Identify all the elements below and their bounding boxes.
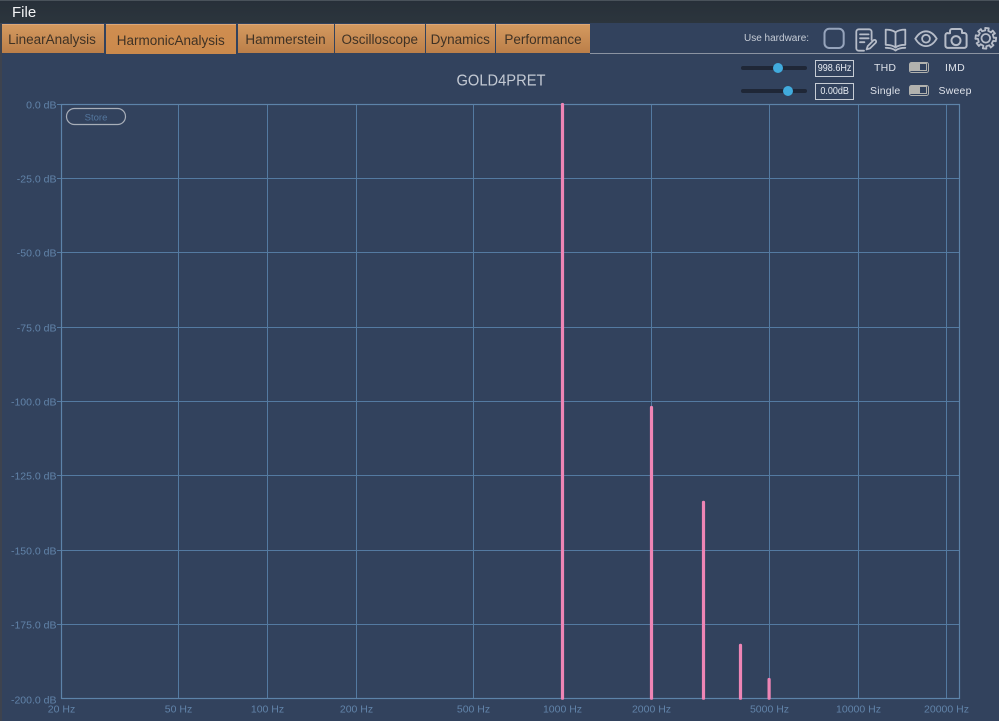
- svg-text:1000 Hz: 1000 Hz: [543, 704, 582, 716]
- svg-text:-150.0 dB: -150.0 dB: [11, 545, 57, 557]
- svg-text:GOLD4PRET: GOLD4PRET: [457, 73, 546, 90]
- svg-text:-50.0 dB: -50.0 dB: [17, 247, 57, 259]
- svg-text:-75.0 dB: -75.0 dB: [17, 322, 57, 334]
- svg-text:-125.0 dB: -125.0 dB: [11, 470, 57, 482]
- svg-text:-25.0 dB: -25.0 dB: [17, 173, 57, 185]
- svg-text:50 Hz: 50 Hz: [165, 704, 192, 716]
- svg-text:Store: Store: [85, 112, 108, 123]
- svg-text:2000 Hz: 2000 Hz: [632, 704, 671, 716]
- svg-text:-175.0 dB: -175.0 dB: [11, 619, 57, 631]
- svg-text:-200.0 dB: -200.0 dB: [11, 694, 57, 706]
- svg-text:200 Hz: 200 Hz: [340, 704, 373, 716]
- svg-text:20000 Hz: 20000 Hz: [924, 704, 969, 716]
- svg-text:5000 Hz: 5000 Hz: [750, 704, 789, 716]
- svg-text:500 Hz: 500 Hz: [457, 704, 490, 716]
- svg-text:100 Hz: 100 Hz: [251, 704, 284, 716]
- svg-text:10000 Hz: 10000 Hz: [836, 704, 881, 716]
- svg-text:0.0 dB: 0.0 dB: [26, 99, 56, 111]
- svg-text:-100.0 dB: -100.0 dB: [11, 396, 57, 408]
